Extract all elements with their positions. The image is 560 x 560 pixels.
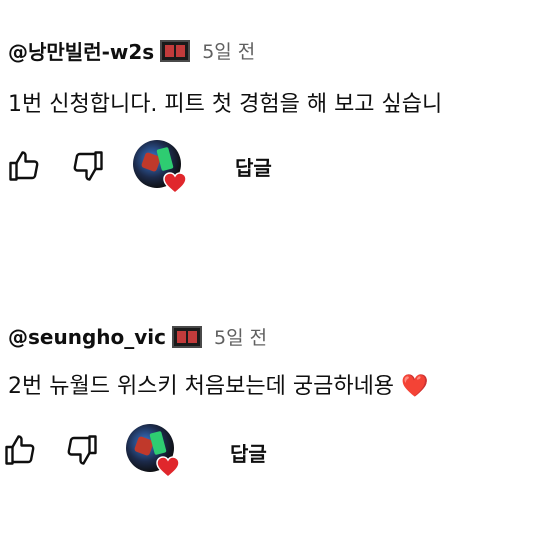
comment-actions: 답글: [0, 140, 560, 196]
comment-time[interactable]: 5일 전: [214, 323, 267, 350]
member-badge-icon: [172, 325, 202, 348]
comment-author[interactable]: @seungho_vic: [8, 325, 166, 349]
red-heart-emoji: ❤️: [401, 374, 429, 399]
thumbs-up-icon: [5, 435, 35, 465]
comment-time[interactable]: 5일 전: [202, 37, 255, 64]
thumbs-up-icon: [9, 151, 39, 181]
comment-header: @seungho_vic 5일 전: [8, 323, 267, 350]
creator-heart-icon: [163, 172, 187, 194]
like-button[interactable]: [6, 148, 42, 184]
comment-text: 1번 신청합니다. 피트 첫 경험을 해 보고 싶습니: [8, 92, 443, 117]
creator-heart-icon: [156, 456, 180, 478]
dislike-button[interactable]: [64, 432, 100, 468]
creator-heart[interactable]: [126, 424, 180, 478]
member-badge-icon: [160, 39, 191, 62]
comment-author[interactable]: @낭만빌런-w2s: [8, 36, 154, 65]
comment-actions: 답글: [0, 424, 560, 480]
comment-text-body: 2번 뉴월드 위스키 처음보는데 궁금하네용: [8, 374, 395, 399]
thumbs-down-icon: [67, 435, 97, 465]
reply-button[interactable]: 답글: [230, 438, 267, 467]
creator-heart[interactable]: [133, 140, 187, 194]
comment-text: 2번 뉴월드 위스키 처음보는데 궁금하네용 ❤️: [8, 368, 428, 400]
thumbs-down-icon: [73, 151, 103, 181]
like-button[interactable]: [2, 432, 38, 468]
comment-header: @낭만빌런-w2s 5일 전: [8, 36, 255, 65]
reply-button[interactable]: 답글: [235, 152, 272, 181]
dislike-button[interactable]: [70, 148, 106, 184]
